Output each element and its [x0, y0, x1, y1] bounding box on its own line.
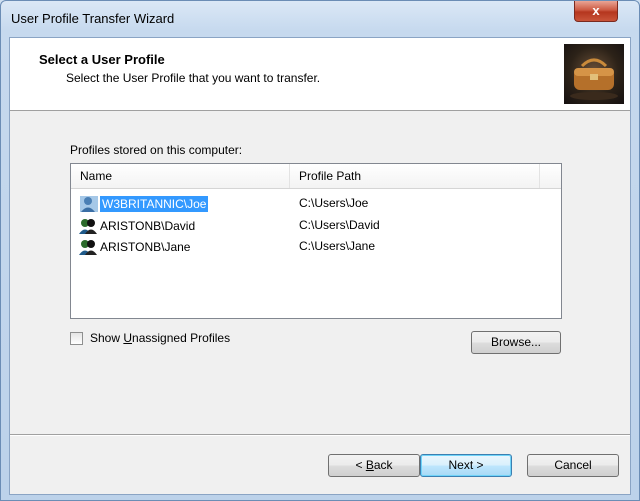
- show-unassigned-checkbox[interactable]: [70, 332, 83, 345]
- column-header-name[interactable]: Name: [71, 164, 290, 188]
- profiles-label: Profiles stored on this computer:: [70, 143, 243, 157]
- list-header: Name Profile Path: [71, 164, 561, 189]
- close-button[interactable]: x: [574, 1, 618, 22]
- title-bar[interactable]: User Profile Transfer Wizard x: [1, 1, 639, 37]
- wizard-window: User Profile Transfer Wizard x Select a …: [0, 0, 640, 501]
- profiles-listview[interactable]: Name Profile Path W3BRITANNIC\Joe C:\Use…: [70, 163, 562, 319]
- table-row[interactable]: ARISTONB\David C:\Users\David: [71, 215, 561, 236]
- profile-path: C:\Users\Jane: [299, 239, 376, 253]
- window-title: User Profile Transfer Wizard: [11, 11, 175, 26]
- divider: [10, 434, 630, 436]
- browse-button[interactable]: Browse...: [471, 331, 561, 354]
- table-row[interactable]: ARISTONB\Jane C:\Users\Jane: [71, 236, 561, 257]
- column-header-profile-path[interactable]: Profile Path: [290, 164, 540, 188]
- table-row[interactable]: W3BRITANNIC\Joe C:\Users\Joe: [71, 193, 561, 214]
- profile-path: C:\Users\Joe: [299, 196, 369, 210]
- profile-name: W3BRITANNIC\Joe: [98, 194, 210, 213]
- user-profile-icon: [79, 239, 97, 255]
- profile-path: C:\Users\David: [299, 218, 380, 232]
- cancel-button[interactable]: Cancel: [527, 454, 619, 477]
- show-unassigned-label[interactable]: Show Unassigned Profiles: [90, 331, 230, 345]
- wizard-client-area: Select a User Profile Select the User Pr…: [9, 37, 631, 495]
- header-panel: Select a User Profile Select the User Pr…: [10, 38, 630, 111]
- profile-name: ARISTONB\David: [100, 218, 196, 233]
- page-subtitle: Select the User Profile that you want to…: [66, 71, 321, 85]
- next-button[interactable]: Next >: [420, 454, 512, 477]
- close-icon: x: [592, 3, 600, 18]
- user-profile-icon: [79, 218, 97, 234]
- page-title: Select a User Profile: [39, 52, 165, 67]
- user-profile-icon: [80, 195, 98, 212]
- suitcase-icon: [564, 44, 624, 104]
- profile-name: ARISTONB\Jane: [100, 239, 191, 254]
- back-button[interactable]: < Back: [328, 454, 420, 477]
